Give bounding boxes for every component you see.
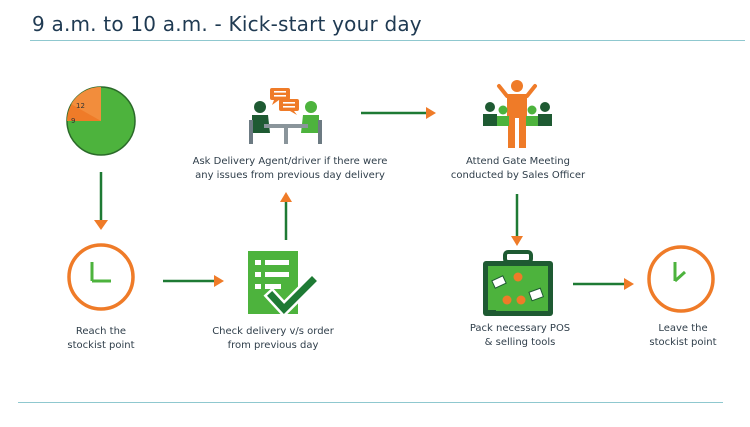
clock-icon-leave xyxy=(647,245,715,313)
label-meeting-line1: Attend Gate Meeting xyxy=(466,156,570,167)
discussion-icon xyxy=(249,88,322,144)
label-ask-line1: Ask Delivery Agent/driver if there were xyxy=(192,156,388,167)
checklist-icon xyxy=(248,251,321,318)
arrow-head-3 xyxy=(280,192,292,202)
suitcase-icon xyxy=(483,250,553,316)
arrow-head-6 xyxy=(624,278,634,290)
arrow-head-5 xyxy=(511,236,523,246)
label-pack-line1: Pack necessary POS xyxy=(469,323,571,334)
label-ask-line2: any issues from previous day delivery xyxy=(195,170,385,181)
label-pack: Pack necessary POS & selling tools xyxy=(470,322,570,350)
pie-clock-label-9: 9 xyxy=(71,117,75,125)
label-reach-line2: stockist point xyxy=(67,340,135,351)
arrow-head-4 xyxy=(426,107,436,119)
pie-clock-icon: 12 9 xyxy=(66,86,136,156)
pie-clock-label-12: 12 xyxy=(76,102,85,110)
gate-meeting-icon xyxy=(483,80,552,148)
label-leave-line2: stockist point xyxy=(649,337,717,348)
clock-icon-reach xyxy=(67,243,135,311)
label-meeting: Attend Gate Meeting conducted by Sales O… xyxy=(451,155,585,183)
flow-diagram: 12 9 xyxy=(66,80,715,318)
arrow-head-1 xyxy=(94,220,108,230)
bottom-divider xyxy=(18,402,723,403)
label-reach-line1: Reach the xyxy=(75,326,127,337)
label-pack-line2: & selling tools xyxy=(484,337,556,348)
label-meeting-line2: conducted by Sales Officer xyxy=(450,170,586,181)
label-leave-line1: Leave the xyxy=(658,323,708,334)
label-check-line2: from previous day xyxy=(227,340,319,351)
label-reach: Reach the stockist point xyxy=(67,325,134,353)
label-check: Check delivery v/s order from previous d… xyxy=(212,325,334,353)
arrow-head-2 xyxy=(214,275,224,287)
label-ask: Ask Delivery Agent/driver if there were … xyxy=(193,155,388,183)
label-leave: Leave the stockist point xyxy=(649,322,716,350)
label-check-line1: Check delivery v/s order xyxy=(212,326,334,337)
